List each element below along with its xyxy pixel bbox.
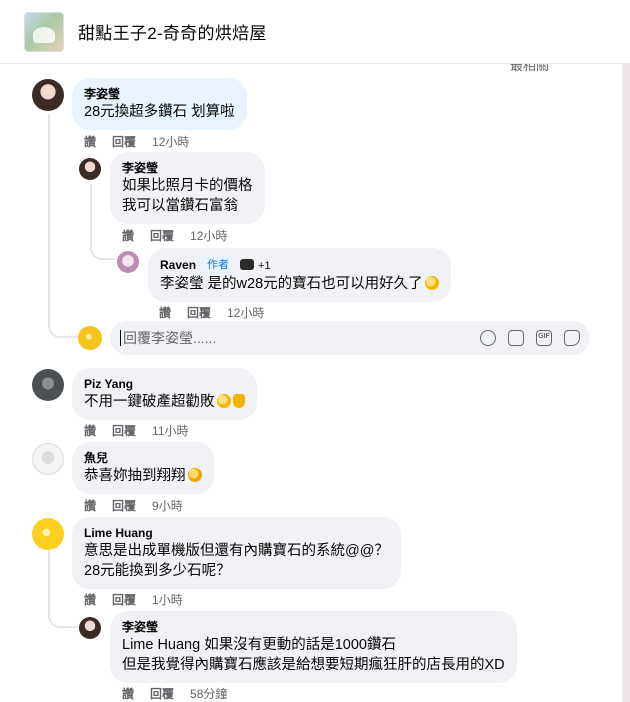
comment-text: 不用一鍵破產超勸敗	[84, 392, 245, 412]
mention-link[interactable]: 李姿瑩	[160, 276, 204, 292]
comment-bubble: Lime Huang 意思是出成單機版但還有內購寶石的系統@@？ 28元能換到多…	[72, 517, 401, 589]
reply-button[interactable]: 回覆	[112, 422, 136, 439]
reply-button[interactable]: 回覆	[112, 591, 136, 608]
like-button[interactable]: 讚	[84, 133, 96, 150]
current-user-avatar[interactable]	[78, 326, 102, 350]
comment-text: 意思是出成單機版但還有內購寶石的系統@@？	[84, 543, 389, 559]
like-button[interactable]: 讚	[122, 685, 134, 702]
comment-text: 我可以當鑽石富翁	[122, 198, 238, 214]
page-header: 甜點王子2-奇奇的烘焙屋	[0, 0, 630, 64]
composer-tools: GIF	[480, 330, 580, 346]
thread-connector	[48, 600, 78, 628]
thread-connector	[48, 300, 78, 338]
like-button[interactable]: 讚	[159, 304, 171, 321]
comment-author[interactable]: 李姿瑩	[122, 160, 253, 176]
avatar[interactable]	[79, 617, 101, 639]
page-title: 甜點王子2-奇奇的烘焙屋	[78, 24, 267, 43]
comment-actions: 讚 回覆 9小時	[84, 497, 183, 514]
comment-time[interactable]: 1小時	[152, 591, 183, 608]
avatar[interactable]	[32, 518, 64, 550]
comment-text: 28元能換到多少石呢？	[84, 563, 231, 579]
scroll-gutter	[622, 64, 630, 702]
comment-time[interactable]: 12小時	[152, 133, 189, 150]
comment-bubble: 李姿瑩 如果比照月卡的價格 我可以當鑽石富翁	[110, 152, 265, 224]
badge-count: +1	[258, 260, 271, 272]
comment-text: 李姿瑩 是的w28元的寶石也可以用好久了	[160, 274, 439, 294]
comment-author: Raven 作者 +1	[160, 256, 439, 274]
reply-button[interactable]: 回覆	[187, 304, 211, 321]
comment-text: 28元換超多鑽石 划算啦	[84, 104, 235, 120]
comment-author[interactable]: Lime Huang	[84, 525, 389, 541]
thread-line	[48, 114, 50, 326]
comment-author-name[interactable]: Raven	[160, 258, 196, 272]
comment-body: 如果沒有更動的話是1000鑽石	[200, 637, 396, 653]
avatar[interactable]	[32, 443, 64, 475]
comment-time[interactable]: 9小時	[152, 497, 183, 514]
gif-icon[interactable]: GIF	[536, 330, 552, 346]
emoji-icon[interactable]	[480, 330, 496, 346]
comment-actions: 讚 回覆 11小時	[84, 422, 189, 439]
avatar[interactable]	[79, 158, 101, 180]
avatar[interactable]	[117, 251, 139, 273]
comment-actions: 讚 回覆 12小時	[84, 133, 189, 150]
comment-time[interactable]: 58分鐘	[190, 685, 227, 702]
text-caret	[120, 330, 121, 346]
thread-connector	[90, 236, 116, 260]
like-button[interactable]: 讚	[84, 591, 96, 608]
comment-text: 但是我覺得內購寶石應該是給想要短期瘋狂肝的店長用的XD	[122, 657, 505, 673]
author-badge: 作者	[202, 256, 235, 274]
comment-author[interactable]: 李姿瑩	[122, 619, 505, 635]
crying-emoji-icon	[187, 468, 202, 482]
comment-actions: 讚 回覆 58分鐘	[122, 685, 227, 702]
comment-text: 如果比照月卡的價格	[122, 178, 253, 194]
avatar[interactable]	[32, 369, 64, 401]
page-avatar[interactable]	[24, 11, 64, 52]
comment-time[interactable]: 12小時	[190, 227, 227, 244]
comment-body: 不用一鍵破產超勸敗	[84, 394, 215, 410]
reply-placeholder: 回覆李姿瑩......	[123, 330, 217, 346]
sweat-smile-emoji-icon	[424, 276, 439, 290]
mention-link[interactable]: Lime Huang	[122, 637, 200, 653]
reply-button[interactable]: 回覆	[150, 227, 174, 244]
reply-button[interactable]: 回覆	[112, 133, 136, 150]
comment-time[interactable]: 12小時	[227, 304, 264, 321]
comment-actions: 讚 回覆 1小時	[84, 591, 183, 608]
camera-icon[interactable]	[508, 330, 524, 346]
like-button[interactable]: 讚	[84, 497, 96, 514]
comment-text: 恭喜妳抽到翔翔	[84, 466, 202, 486]
comment-bubble: 李姿瑩 28元換超多鑽石 划算啦	[72, 78, 247, 130]
comment-bubble: Piz Yang 不用一鍵破產超勸敗	[72, 368, 257, 420]
comment-author[interactable]: 魚兒	[84, 450, 202, 466]
comment-author[interactable]: Piz Yang	[84, 376, 245, 392]
avatar[interactable]	[32, 79, 64, 111]
laughing-emoji-icon	[216, 394, 231, 408]
comment-bubble: 魚兒 恭喜妳抽到翔翔	[72, 442, 214, 494]
comment-time[interactable]: 11小時	[152, 422, 188, 439]
fan-badge-icon	[240, 259, 255, 270]
reply-input[interactable]: 回覆李姿瑩...... GIF	[110, 321, 590, 355]
comments-panel: 甜點王子2-奇奇的烘焙屋 最相關 ▾ 李姿瑩 28元換超多鑽石 划算啦 讚 回覆…	[0, 0, 630, 702]
comment-body: 是的w28元的寶石也可以用好久了	[203, 276, 423, 292]
comment-actions: 讚 回覆 12小時	[159, 304, 264, 321]
thumbs-up-emoji-icon	[232, 394, 245, 408]
like-button[interactable]: 讚	[84, 422, 96, 439]
comment-bubble: 李姿瑩 Lime Huang 如果沒有更動的話是1000鑽石 但是我覺得內購寶石…	[110, 611, 517, 683]
comment-bubble: Raven 作者 +1 李姿瑩 是的w28元的寶石也可以用好久了	[148, 248, 451, 302]
comment-actions: 讚 回覆 12小時	[122, 227, 227, 244]
like-button[interactable]: 讚	[122, 227, 134, 244]
reply-button[interactable]: 回覆	[150, 685, 174, 702]
thread-line	[48, 548, 50, 608]
reply-button[interactable]: 回覆	[112, 497, 136, 514]
comment-author[interactable]: 李姿瑩	[84, 86, 235, 102]
comment-body: 恭喜妳抽到翔翔	[84, 468, 186, 484]
comment-text: Lime Huang 如果沒有更動的話是1000鑽石	[122, 635, 505, 655]
sticker-icon[interactable]	[564, 330, 580, 346]
thread-line	[90, 184, 92, 242]
